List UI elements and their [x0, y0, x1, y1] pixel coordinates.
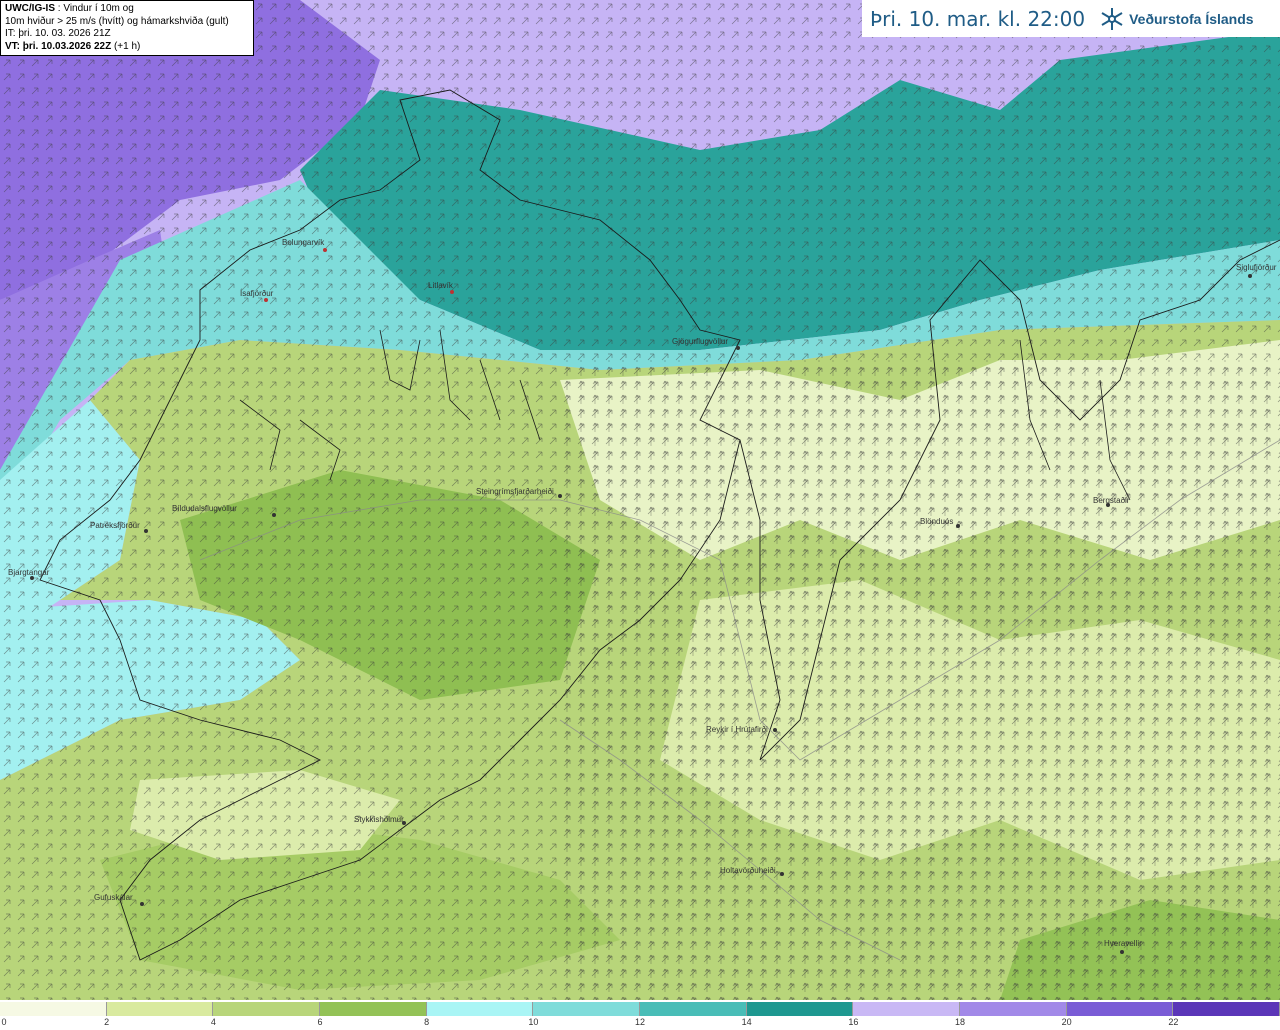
- wind-arrows-land: [560, 360, 1280, 1000]
- place-stykkisholmur: Stykkishólmur: [354, 815, 406, 825]
- legend-tick-label: 4: [210, 1017, 216, 1027]
- legend-tick-label: 12: [634, 1017, 646, 1027]
- place-reykir: Reykir í Hrútafirði: [706, 725, 777, 734]
- svg-text:Bolungarvík: Bolungarvík: [282, 238, 325, 247]
- svg-text:Siglufjörður: Siglufjörður: [1236, 263, 1277, 272]
- svg-text:Bíldudalsflugvöllur: Bíldudalsflugvöllur: [172, 504, 237, 513]
- info-it: IT: þri. 10. 03. 2026 21Z: [5, 28, 111, 39]
- svg-text:Blönduós: Blönduós: [920, 517, 953, 526]
- svg-text:Steingrímsfjarðarheiði: Steingrímsfjarðarheiði: [476, 487, 554, 496]
- legend-tick-label: 2: [104, 1017, 110, 1027]
- legend-swatch: [0, 1002, 107, 1016]
- legend-swatch: [213, 1002, 321, 1016]
- info-desc2: 10m hviður > 25 m/s (hvítt) og hámarkshv…: [5, 15, 229, 27]
- legend-tick-label: 6: [317, 1017, 323, 1027]
- info-box: UWC/IG-IS : Vindur í 10m og 10m hviður >…: [0, 0, 254, 56]
- svg-text:Hveravellir: Hveravellir: [1104, 939, 1142, 948]
- svg-text:Stykkishólmur: Stykkishólmur: [354, 815, 404, 824]
- legend-tick-label: 14: [741, 1017, 752, 1027]
- svg-text:Gufuskálar: Gufuskálar: [94, 893, 133, 902]
- svg-text:Gjögurflugvöllur: Gjögurflugvöllur: [672, 337, 728, 346]
- svg-text:Patreksfjörður: Patreksfjörður: [90, 521, 140, 530]
- model-name: UWC/IG-IS: [5, 3, 55, 14]
- legend-tick-label: 18: [954, 1017, 966, 1027]
- legend-swatch: [853, 1002, 961, 1016]
- svg-text:Bergstaðir: Bergstaðir: [1093, 496, 1130, 505]
- legend-swatch: [533, 1002, 641, 1016]
- legend-swatch: [320, 1002, 427, 1016]
- info-vt-offset: (+1 h): [111, 40, 141, 52]
- info-desc1: : Vindur í 10m og: [55, 3, 134, 14]
- time-header: Þri. 10. mar. kl. 22:00 Veðurstofa Íslan…: [862, 0, 1280, 37]
- svg-text:Bjargtangar: Bjargtangar: [8, 568, 50, 577]
- legend-swatch: [106, 1002, 214, 1016]
- legend-swatch: [640, 1002, 747, 1016]
- svg-text:Ísafjörður: Ísafjörður: [240, 289, 274, 298]
- svg-text:Holtavörðuheiði: Holtavörðuheiði: [720, 866, 776, 875]
- logo-text: Veðurstofa Íslands: [1129, 10, 1254, 27]
- svg-text:Litlavík: Litlavík: [428, 281, 454, 290]
- legend-bar: [0, 1002, 1280, 1016]
- vedurstofa-logo[interactable]: Veðurstofa Íslands: [1099, 6, 1254, 32]
- legend-tick-label: 16: [848, 1017, 859, 1027]
- legend-tick-label: 8: [424, 1017, 430, 1027]
- legend-tick-label: 22: [1168, 1017, 1179, 1027]
- legend-swatch: [426, 1002, 534, 1016]
- svg-text:Reykir í Hrútafirði: Reykir í Hrútafirði: [706, 725, 768, 734]
- legend-tick-label: 10: [528, 1017, 539, 1027]
- legend-tick-label: 0: [1, 1017, 7, 1027]
- snowflake-logo-icon: [1101, 7, 1123, 30]
- legend-swatch: [746, 1002, 854, 1016]
- legend-swatch: [960, 1002, 1067, 1016]
- valid-time-label: Þri. 10. mar. kl. 22:00: [870, 6, 1086, 31]
- legend-tick-label: 20: [1061, 1017, 1072, 1027]
- place-holtavorduheidi: Holtavörðuheiði: [720, 866, 784, 876]
- legend-swatch: [1066, 1002, 1174, 1016]
- info-vt: VT: þri. 10.03.2026 22Z: [5, 40, 112, 52]
- color-legend: 0 2 4 6 8 10 12 14 16 18 20 22: [0, 1000, 1280, 1030]
- wind-map: Bolungarvík Ísafjörður Litlavík Gjögurfl…: [0, 0, 1280, 1000]
- legend-swatch: [1173, 1002, 1280, 1016]
